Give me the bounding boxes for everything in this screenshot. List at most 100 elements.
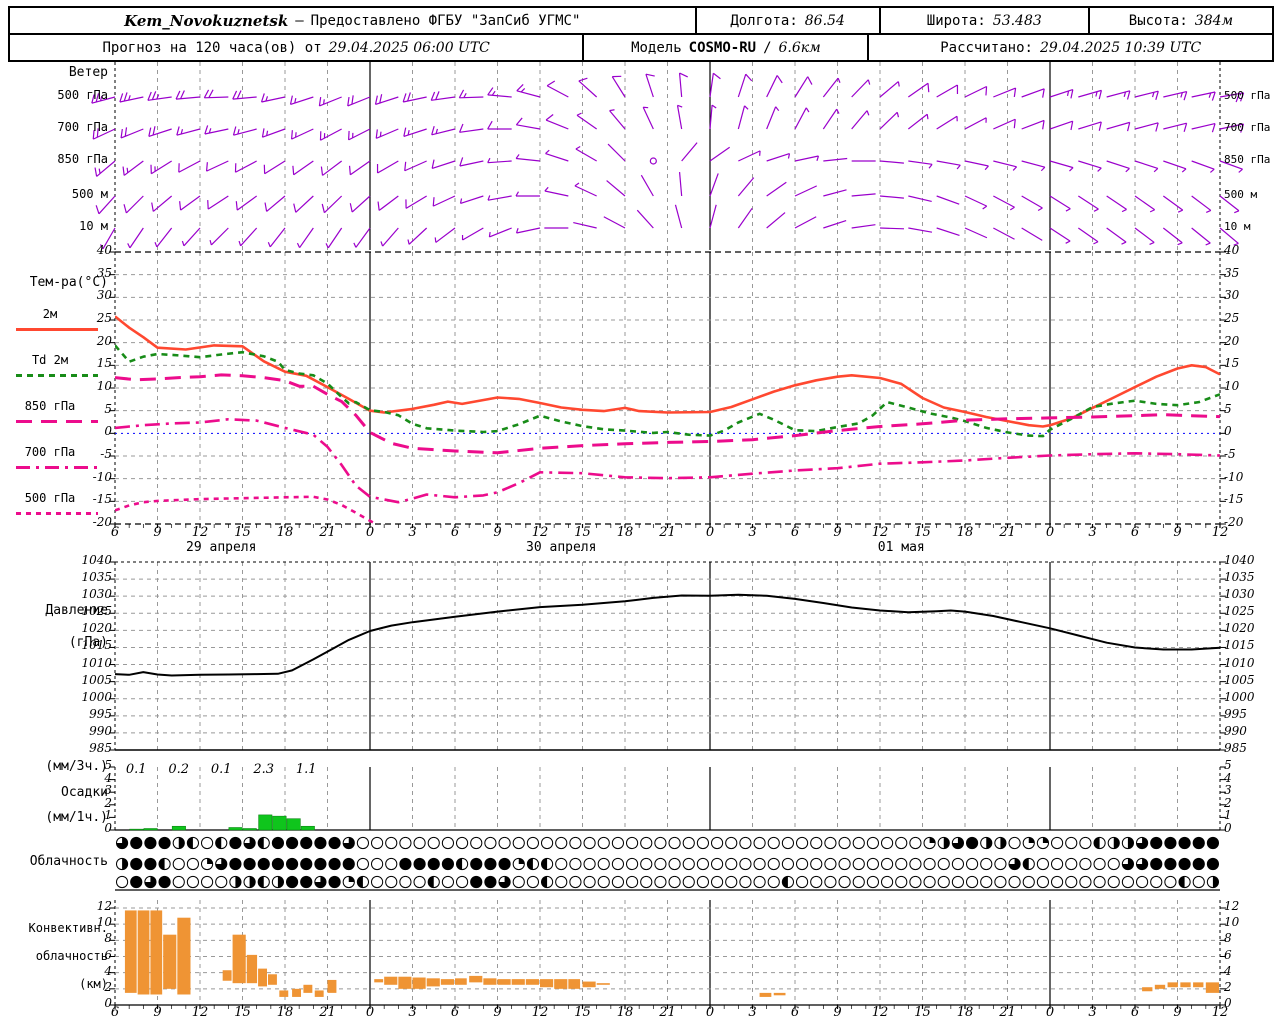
hour-label-top: 3 bbox=[748, 525, 757, 540]
pressure-tick-right: 1025 bbox=[1224, 604, 1255, 619]
hour-label-top: 21 bbox=[319, 525, 336, 540]
model-label: Модель bbox=[631, 39, 682, 56]
hour-label-top: 0 bbox=[1045, 525, 1055, 540]
hour-label-top: 6 bbox=[790, 525, 800, 540]
model-name: COSMO-RU bbox=[688, 39, 757, 56]
precip-tick-right: 0 bbox=[1224, 821, 1232, 835]
pressure-tick-right: 995 bbox=[1224, 706, 1247, 721]
hour-label-bottom: 21 bbox=[999, 1005, 1016, 1020]
hour-label-bottom: 9 bbox=[1173, 1005, 1182, 1020]
temp-tick-left: 30 bbox=[96, 288, 112, 303]
wind-level-label-10m-right: 10 м bbox=[1224, 220, 1251, 233]
hour-label-top: 15 bbox=[234, 525, 251, 540]
wind-level-label-850hpa-right: 850 гПа bbox=[1224, 153, 1271, 166]
temp-tick-left: 40 bbox=[96, 243, 112, 257]
alt-value: 384м bbox=[1194, 12, 1234, 29]
hour-label-bottom: 18 bbox=[276, 1005, 294, 1020]
header-row-1: Kem_Novokuznetsk — Предоставлено ФГБУ "З… bbox=[10, 8, 1272, 35]
wind-level-label-500hpa-right: 500 гПа bbox=[1224, 89, 1271, 102]
hour-label-bottom: 6 bbox=[110, 1005, 120, 1020]
longitude-cell: Долгота: 86.54 bbox=[694, 8, 879, 33]
hour-label-top: 18 bbox=[956, 525, 974, 540]
precip-3h-value: 1.1 bbox=[295, 762, 317, 777]
forecast-prefix: Прогноз на 120 часа(ов) от bbox=[102, 39, 322, 56]
hour-label-top: 15 bbox=[574, 525, 591, 540]
pressure-tick-right: 1000 bbox=[1224, 689, 1255, 704]
temp-tick-left: 5 bbox=[104, 401, 112, 416]
model-res: 6.6км bbox=[778, 39, 821, 56]
altitude-cell: Высота: 384м bbox=[1087, 8, 1272, 33]
pressure-tick-left: 1015 bbox=[81, 638, 112, 653]
forecast-time: 29.04.2025 06:00 UTC bbox=[328, 39, 490, 56]
date-label: 01 мая bbox=[877, 540, 925, 555]
legend-line-500 bbox=[16, 512, 98, 515]
pressure-tick-left: 1005 bbox=[81, 672, 112, 687]
hour-label-bottom: 15 bbox=[234, 1005, 251, 1020]
alt-label: Высота: bbox=[1128, 12, 1188, 29]
conv-tick-right: 12 bbox=[1224, 899, 1240, 913]
pressure-tick-right: 985 bbox=[1224, 741, 1247, 755]
temp-tick-left: 0 bbox=[104, 424, 112, 439]
date-label: 29 апреля bbox=[186, 540, 257, 555]
wind-level-label-500hpa: 500 гПа bbox=[57, 88, 108, 102]
precip-3h-value: 0.2 bbox=[168, 762, 190, 777]
legend-line-t2m bbox=[16, 328, 98, 331]
pressure-tick-left: 1025 bbox=[81, 604, 112, 619]
hour-label-top: 12 bbox=[871, 525, 889, 540]
wind-level-label-10m: 10 м bbox=[79, 219, 108, 233]
wind-panel-title: Ветер bbox=[68, 65, 108, 80]
lat-label: Широта: bbox=[926, 12, 986, 29]
temp-tick-left: 25 bbox=[96, 311, 112, 325]
hour-label-top: 9 bbox=[1173, 525, 1182, 540]
conv-tick-left: 12 bbox=[96, 899, 112, 913]
hour-label-bottom: 3 bbox=[408, 1005, 417, 1020]
hour-label-top: 0 bbox=[705, 525, 715, 540]
temp-tick-right: 20 bbox=[1224, 333, 1240, 348]
hour-label-bottom: 0 bbox=[365, 1005, 375, 1020]
conv-tick-right: 2 bbox=[1224, 979, 1232, 994]
temp-tick-right: 10 bbox=[1224, 379, 1240, 393]
hour-label-bottom: 12 bbox=[871, 1005, 889, 1020]
legend-line-700 bbox=[16, 466, 98, 469]
pressure-tick-left: 1030 bbox=[81, 587, 112, 602]
temp-tick-right: 40 bbox=[1224, 243, 1240, 257]
hour-label-bottom: 6 bbox=[450, 1005, 460, 1020]
hour-label-bottom: 12 bbox=[1211, 1005, 1229, 1020]
hour-label-top: 9 bbox=[493, 525, 502, 540]
pressure-tick-left: 1010 bbox=[81, 655, 112, 670]
pressure-tick-right: 1040 bbox=[1224, 553, 1255, 567]
meteogram: Kem_Novokuznetsk — Предоставлено ФГБУ "З… bbox=[0, 0, 1280, 1024]
provider: Предоставлено ФГБУ "ЗапСиб УГМС" bbox=[310, 12, 581, 29]
lon-value: 86.54 bbox=[804, 12, 845, 29]
conv-tick-right: 6 bbox=[1224, 947, 1232, 962]
hour-label-top: 21 bbox=[999, 525, 1016, 540]
station-name: Kem_Novokuznetsk bbox=[124, 11, 289, 30]
hour-label-top: 18 bbox=[276, 525, 294, 540]
pressure-tick-left: 1035 bbox=[81, 570, 112, 585]
temp-tick-right: -15 bbox=[1224, 492, 1244, 507]
hour-label-top: 0 bbox=[365, 525, 375, 540]
conv-tick-right: 4 bbox=[1224, 963, 1232, 978]
hour-label-top: 12 bbox=[1211, 525, 1229, 540]
pressure-tick-left: 985 bbox=[89, 741, 112, 755]
hour-label-top: 6 bbox=[450, 525, 460, 540]
temp-tick-right: 30 bbox=[1224, 288, 1240, 303]
hour-label-bottom: 15 bbox=[914, 1005, 931, 1020]
hour-label-bottom: 3 bbox=[748, 1005, 757, 1020]
meteogram-canvas bbox=[91, 62, 1245, 1009]
lat-value: 53.483 bbox=[992, 12, 1042, 29]
precip-tick-left: 0 bbox=[104, 821, 112, 835]
model-cell: Модель COSMO-RU / 6.6км bbox=[582, 35, 867, 60]
hour-label-bottom: 21 bbox=[659, 1005, 676, 1020]
hour-label-top: 9 bbox=[833, 525, 842, 540]
temp-tick-right: -10 bbox=[1224, 469, 1244, 484]
pressure-tick-right: 1005 bbox=[1224, 672, 1255, 687]
pressure-tick-left: 995 bbox=[89, 706, 112, 721]
hour-label-bottom: 6 bbox=[790, 1005, 800, 1020]
pressure-tick-right: 1020 bbox=[1224, 621, 1255, 636]
conv-tick-left: 6 bbox=[104, 947, 112, 962]
temp-tick-right: 25 bbox=[1224, 311, 1240, 325]
calc-cell: Рассчитано: 29.04.2025 10:39 UTC bbox=[867, 35, 1272, 60]
pressure-tick-left: 1040 bbox=[81, 553, 112, 567]
hour-label-bottom: 12 bbox=[531, 1005, 549, 1020]
